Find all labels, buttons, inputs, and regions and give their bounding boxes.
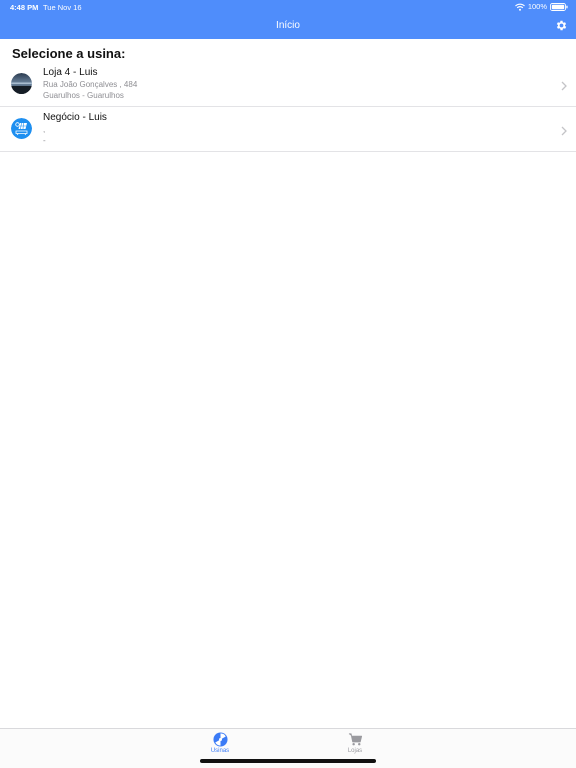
plant-address: , bbox=[43, 125, 46, 134]
battery-percentage: 100% bbox=[527, 2, 547, 11]
battery-icon bbox=[550, 2, 568, 11]
wifi-icon bbox=[514, 3, 525, 11]
settings-gear-icon[interactable] bbox=[555, 19, 568, 32]
solar-panel-avatar-icon bbox=[11, 118, 32, 139]
navigation-bar: 4:48 PM Tue Nov 16 100% Início bbox=[0, 0, 576, 39]
plant-city: - bbox=[43, 136, 46, 145]
status-date: Tue Nov 16 bbox=[43, 3, 82, 12]
chevron-right-icon bbox=[561, 123, 567, 141]
solar-tab-icon bbox=[212, 732, 228, 747]
plant-address: Rua João Gonçalves , 484 bbox=[43, 80, 138, 89]
plant-list: Loja 4 - Luis Rua João Gonçalves , 484 G… bbox=[0, 62, 576, 152]
chevron-right-icon bbox=[561, 78, 567, 96]
status-indicators: 100% bbox=[514, 2, 568, 11]
plant-row-negocio[interactable]: Negócio - Luis , - bbox=[0, 107, 576, 152]
section-title: Selecione a usina: bbox=[12, 46, 126, 61]
plant-city: Guarulhos - Guarulhos bbox=[43, 91, 124, 100]
tab-usinas[interactable]: Usinas bbox=[200, 732, 240, 754]
plant-row-loja-4[interactable]: Loja 4 - Luis Rua João Gonçalves , 484 G… bbox=[0, 62, 576, 107]
tab-lojas-label: Lojas bbox=[347, 748, 363, 754]
tab-lojas[interactable]: Lojas bbox=[335, 732, 375, 754]
tab-usinas-label: Usinas bbox=[210, 748, 230, 754]
plant-name: Negócio - Luis bbox=[43, 112, 107, 123]
page-title: Início bbox=[276, 20, 300, 31]
photo-avatar-icon bbox=[11, 73, 32, 94]
status-time: 4:48 PM bbox=[10, 3, 39, 12]
home-indicator bbox=[200, 759, 376, 763]
cart-icon bbox=[348, 733, 362, 746]
plant-name: Loja 4 - Luis bbox=[43, 67, 98, 78]
